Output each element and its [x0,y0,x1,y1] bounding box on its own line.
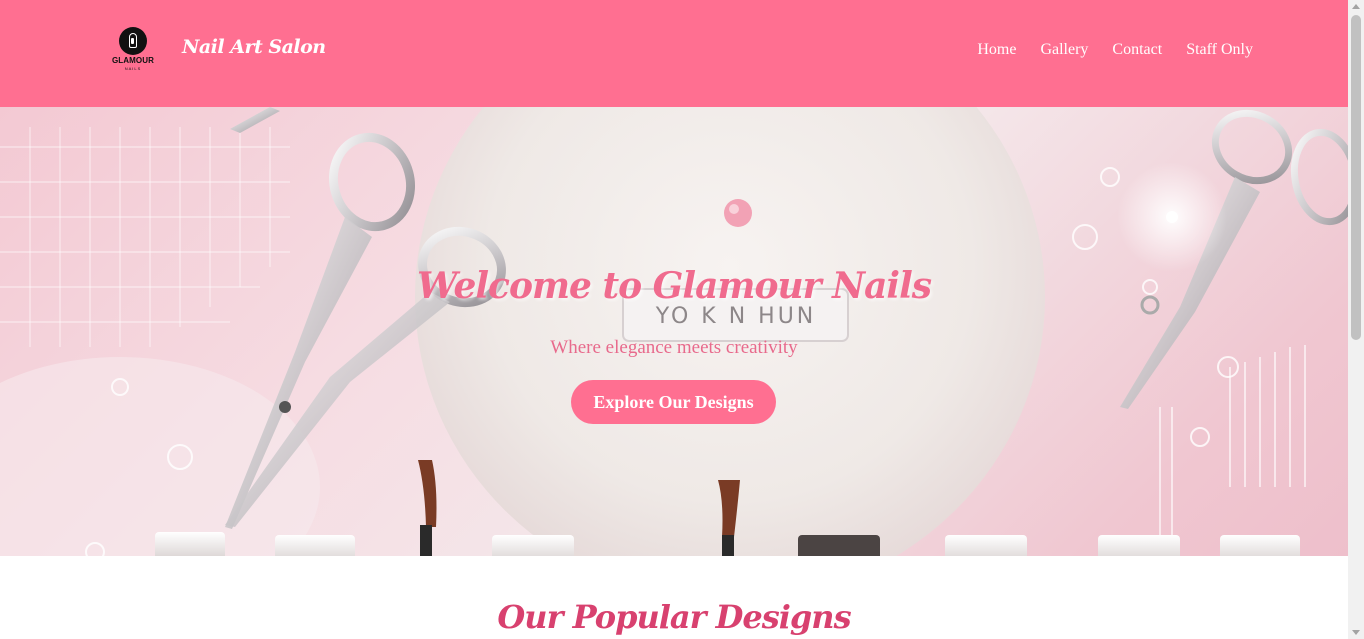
scroll-down-arrow-icon[interactable] [1352,630,1360,635]
nav-home[interactable]: Home [977,41,1016,59]
nav-contact[interactable]: Contact [1112,41,1162,59]
logo-sub: NAILS [124,66,142,71]
hero-background-image: YO K N HUN [0,107,1348,556]
hero-card-text: YO K N HUN [655,304,817,329]
nav-staff-only[interactable]: Staff Only [1186,41,1253,59]
logo-name: GLAMOUR [111,56,155,65]
vertical-scrollbar[interactable] [1348,0,1364,639]
logo[interactable]: GLAMOUR NAILS [107,24,159,74]
nail-icon [119,27,147,55]
hero-subtitle: Where elegance meets creativity [550,337,798,358]
page: GLAMOUR NAILS Nail Art Salon Home Galler… [0,0,1348,639]
scroll-up-arrow-icon[interactable] [1352,4,1360,9]
hero-section: YO K N HUN Welcome to Glamour Nails Wher… [0,107,1348,556]
hero-title: Welcome to Glamour Nails [416,265,932,307]
section-title: Our Popular Designs [497,598,851,636]
explore-designs-button[interactable]: Explore Our Designs [571,380,776,424]
brand-title: Nail Art Salon [182,36,326,58]
nav-gallery[interactable]: Gallery [1040,41,1088,59]
scrollbar-thumb[interactable] [1351,15,1361,340]
main-nav: Home Gallery Contact Staff Only [977,41,1253,59]
site-header: GLAMOUR NAILS Nail Art Salon Home Galler… [0,0,1348,107]
